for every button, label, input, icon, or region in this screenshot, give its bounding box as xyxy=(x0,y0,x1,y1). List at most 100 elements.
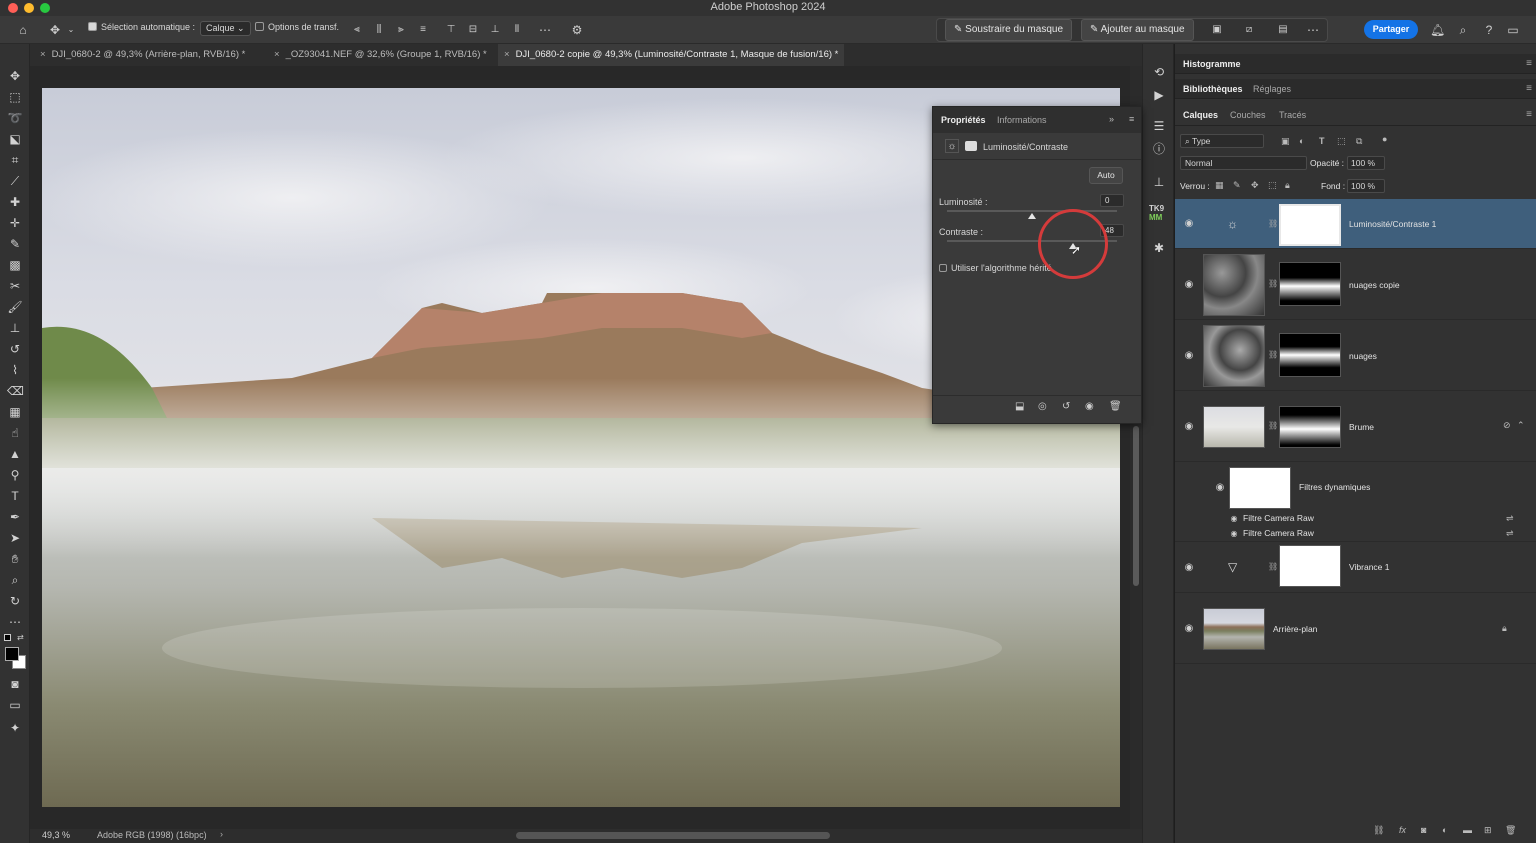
smudge-icon[interactable]: ☝︎ xyxy=(7,425,23,441)
link-icon[interactable]: ⛓ xyxy=(1268,421,1278,430)
stamp-panel-icon[interactable]: ⊥ xyxy=(1151,174,1167,190)
path-select-icon[interactable]: ➤ xyxy=(7,530,23,546)
align-top-icon[interactable]: ⊤ xyxy=(444,23,458,37)
tab-layers[interactable]: Calques xyxy=(1183,110,1218,120)
more-tools-icon[interactable]: ⋯ xyxy=(7,614,23,630)
tab-channels[interactable]: Couches xyxy=(1230,110,1266,120)
visibility-eye-icon[interactable]: ◉ xyxy=(1183,218,1195,230)
rotate-view-icon[interactable]: ↻ xyxy=(7,593,23,609)
chevron-right-icon[interactable]: › xyxy=(220,829,223,839)
bell-icon[interactable]: 🔔︎ xyxy=(1430,23,1445,37)
smart-filter-mask-thumbnail[interactable] xyxy=(1229,467,1291,509)
visibility-eye-icon[interactable]: ◉ xyxy=(1183,623,1195,635)
filter-name[interactable]: Filtre Camera Raw xyxy=(1243,513,1314,523)
info-icon[interactable]: ⓘ xyxy=(1151,141,1167,157)
scissors-icon[interactable]: ✂ xyxy=(7,278,23,294)
tab-libraries[interactable]: Bibliothèques xyxy=(1183,84,1243,94)
layer-name[interactable]: Vibrance 1 xyxy=(1349,562,1389,572)
tab-adjustments[interactable]: Réglages xyxy=(1253,84,1291,94)
invert-mask-icon[interactable]: ▣ xyxy=(1210,23,1224,37)
sharpen-icon[interactable]: ▲ xyxy=(7,446,23,462)
tab-document-2[interactable]: × _OZ93041.NEF @ 32,6% (Groupe 1, RVB/16)… xyxy=(268,44,493,66)
visibility-icon[interactable]: ◉ xyxy=(1085,401,1094,412)
filter-toggle-icon[interactable]: ● xyxy=(1382,134,1387,144)
lasso-icon[interactable]: ➰ xyxy=(7,110,23,126)
filter-smart-icon[interactable]: ⧉ xyxy=(1356,136,1362,147)
history-brush-icon[interactable]: ↺ xyxy=(7,341,23,357)
tab-document-1[interactable]: × DJI_0680-2 @ 49,3% (Arrière-plan, RVB/1… xyxy=(34,44,251,66)
close-icon[interactable]: × xyxy=(274,49,280,60)
share-button[interactable]: Partager xyxy=(1364,20,1418,39)
layer-name[interactable]: nuages copie xyxy=(1349,280,1400,290)
visibility-eye-icon[interactable]: ◉ xyxy=(1228,528,1240,540)
vertical-scroll-thumb[interactable] xyxy=(1133,426,1139,586)
clip-to-layer-icon[interactable]: ⬓ xyxy=(1015,401,1024,412)
transform-options-checkbox[interactable]: Options de transf. xyxy=(255,22,339,32)
brightness-slider-handle[interactable] xyxy=(1028,213,1036,219)
chevron-up-icon[interactable]: ⌃ xyxy=(1517,420,1525,431)
link-icon[interactable]: ⛓ xyxy=(1268,219,1278,228)
actions-play-icon[interactable]: ▶ xyxy=(1151,87,1167,103)
filter-adjustment-icon[interactable]: ◐ xyxy=(1299,136,1304,146)
spot-healing-icon[interactable]: ✚ xyxy=(7,194,23,210)
swap-colors-icon[interactable]: ⇄ xyxy=(17,633,24,642)
layer-thumbnail[interactable] xyxy=(1203,254,1265,316)
new-adjustment-icon[interactable]: ◐ xyxy=(1442,825,1447,835)
link-icon[interactable]: ⛓ xyxy=(1268,350,1278,359)
auto-select-dropdown[interactable]: Calque ⌄ xyxy=(200,21,251,36)
lock-all-icon[interactable]: 🔒︎ xyxy=(1285,180,1290,191)
layer-row[interactable]: ◉ ⛓ nuages copie xyxy=(1175,250,1536,320)
smart-filters-label[interactable]: Filtres dynamiques xyxy=(1299,482,1370,492)
panel-menu-icon[interactable]: ≡ xyxy=(1526,58,1532,69)
fill-input[interactable]: 100 % xyxy=(1347,179,1385,193)
history-icon[interactable]: ⟲ xyxy=(1151,64,1167,80)
layer-mask-thumbnail[interactable] xyxy=(1279,262,1341,306)
type-icon[interactable]: T xyxy=(7,488,23,504)
legacy-checkbox[interactable]: Utiliser l'algorithme hérité xyxy=(939,263,1052,273)
new-layer-icon[interactable]: ⊞ xyxy=(1484,825,1492,836)
layer-name[interactable]: nuages xyxy=(1349,351,1377,361)
mixer-brush-icon[interactable]: ⌇ xyxy=(7,362,23,378)
layer-row[interactable]: ◉ ⛓ Brume ⊘ ⌃ xyxy=(1175,392,1536,462)
adjustments-icon[interactable]: ☰ xyxy=(1151,118,1167,134)
disable-mask-icon[interactable]: ⧄ xyxy=(1242,23,1256,37)
layer-mask-thumbnail[interactable] xyxy=(1279,545,1341,587)
refine-mask-icon[interactable]: ▤ xyxy=(1276,23,1290,37)
gear-icon[interactable]: ⚙ xyxy=(570,23,584,37)
layer-filter-dropdown[interactable]: ⌕ Type xyxy=(1180,134,1264,148)
chevron-down-icon[interactable]: ⌄ xyxy=(64,23,78,37)
visibility-eye-icon[interactable]: ◉ xyxy=(1183,279,1195,291)
visibility-eye-icon[interactable]: ◉ xyxy=(1183,421,1195,433)
object-select-icon[interactable]: ⬕ xyxy=(7,131,23,147)
tab-properties[interactable]: Propriétés xyxy=(941,115,986,125)
visibility-eye-icon[interactable]: ◉ xyxy=(1183,562,1195,574)
layer-name[interactable]: Arrière-plan xyxy=(1273,624,1317,634)
brush-icon[interactable]: ✎ xyxy=(7,236,23,252)
zoom-icon[interactable]: ⌕ xyxy=(7,572,23,588)
distribute-vertical-icon[interactable]: ⫴ xyxy=(510,23,524,37)
align-left-icon[interactable]: ⫷ xyxy=(350,23,364,37)
align-middle-icon[interactable]: ⊟ xyxy=(466,23,480,37)
add-mask-icon[interactable]: ◙ xyxy=(1421,825,1426,835)
view-previous-icon[interactable]: ◎ xyxy=(1038,401,1047,412)
hand-icon[interactable]: ✋︎ xyxy=(7,551,23,567)
layer-name[interactable]: Luminosité/Contraste 1 xyxy=(1349,219,1436,229)
generative-icon[interactable]: ✦ xyxy=(7,720,23,736)
layer-name[interactable]: Brume xyxy=(1349,422,1374,432)
layer-row[interactable]: ◉ Arrière-plan 🔒︎ xyxy=(1175,594,1536,664)
gradient-icon[interactable]: ▦ xyxy=(7,404,23,420)
crop-icon[interactable]: ⌗ xyxy=(7,152,23,168)
foreground-color-swatch[interactable] xyxy=(5,647,19,661)
dodge-icon[interactable]: ⚲ xyxy=(7,467,23,483)
search-icon[interactable]: ⌕ xyxy=(1456,23,1470,37)
screen-mode-icon[interactable]: ▭ xyxy=(7,697,23,713)
layer-row[interactable]: ◉ ▽ ⛓ Vibrance 1 xyxy=(1175,543,1536,593)
filter-pixel-icon[interactable]: ▣ xyxy=(1281,136,1290,147)
auto-button[interactable]: Auto xyxy=(1089,167,1123,184)
link-layers-icon[interactable]: ⛓ xyxy=(1373,825,1384,836)
tkm-plugin-icon[interactable]: TK9 MM xyxy=(1149,204,1164,222)
panel-menu-icon[interactable]: ≡ xyxy=(1526,109,1532,120)
brightness-slider-track[interactable] xyxy=(947,210,1117,212)
lock-transparent-icon[interactable]: ▦ xyxy=(1215,180,1224,191)
layer-thumbnail[interactable] xyxy=(1203,608,1265,650)
